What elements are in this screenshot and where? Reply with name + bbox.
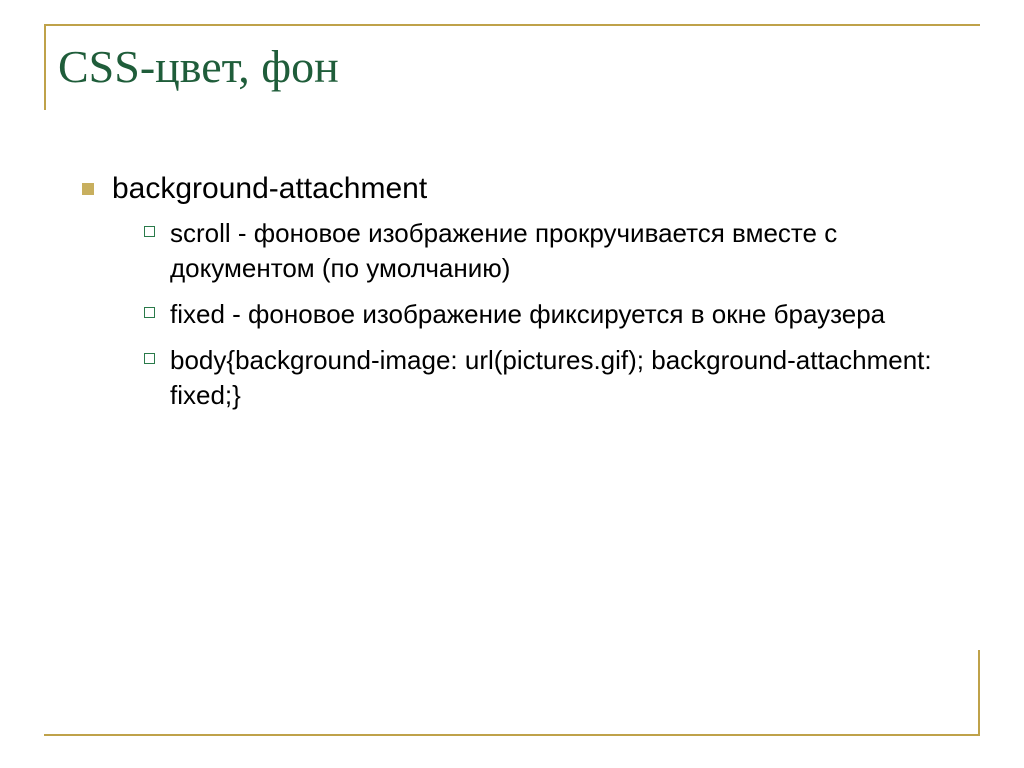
list-item-label: body{background-image: url(pictures.gif)…	[170, 345, 932, 409]
slide-content: background-attachment scroll - фоновое и…	[78, 170, 958, 426]
frame-line-right	[978, 650, 980, 736]
list-item-label: background-attachment	[112, 172, 427, 205]
list-item-label: fixed - фоновое изображение фиксируется …	[170, 299, 885, 329]
list-item: body{background-image: url(pictures.gif)…	[142, 343, 958, 412]
frame-line-left	[44, 24, 46, 110]
list-item-label: scroll - фоновое изображение прокручивае…	[170, 218, 837, 282]
frame-line-bottom	[44, 734, 980, 736]
slide-title: CSS-цвет, фон	[58, 40, 339, 93]
list-item: scroll - фоновое изображение прокручивае…	[142, 216, 958, 285]
list-item: fixed - фоновое изображение фиксируется …	[142, 297, 958, 331]
frame-line-top	[44, 24, 980, 26]
slide: CSS-цвет, фон background-attachment scro…	[0, 0, 1024, 768]
bullet-list-level2: scroll - фоновое изображение прокручивае…	[112, 216, 958, 412]
list-item: background-attachment scroll - фоновое и…	[78, 170, 958, 412]
bullet-list-level1: background-attachment scroll - фоновое и…	[78, 170, 958, 412]
